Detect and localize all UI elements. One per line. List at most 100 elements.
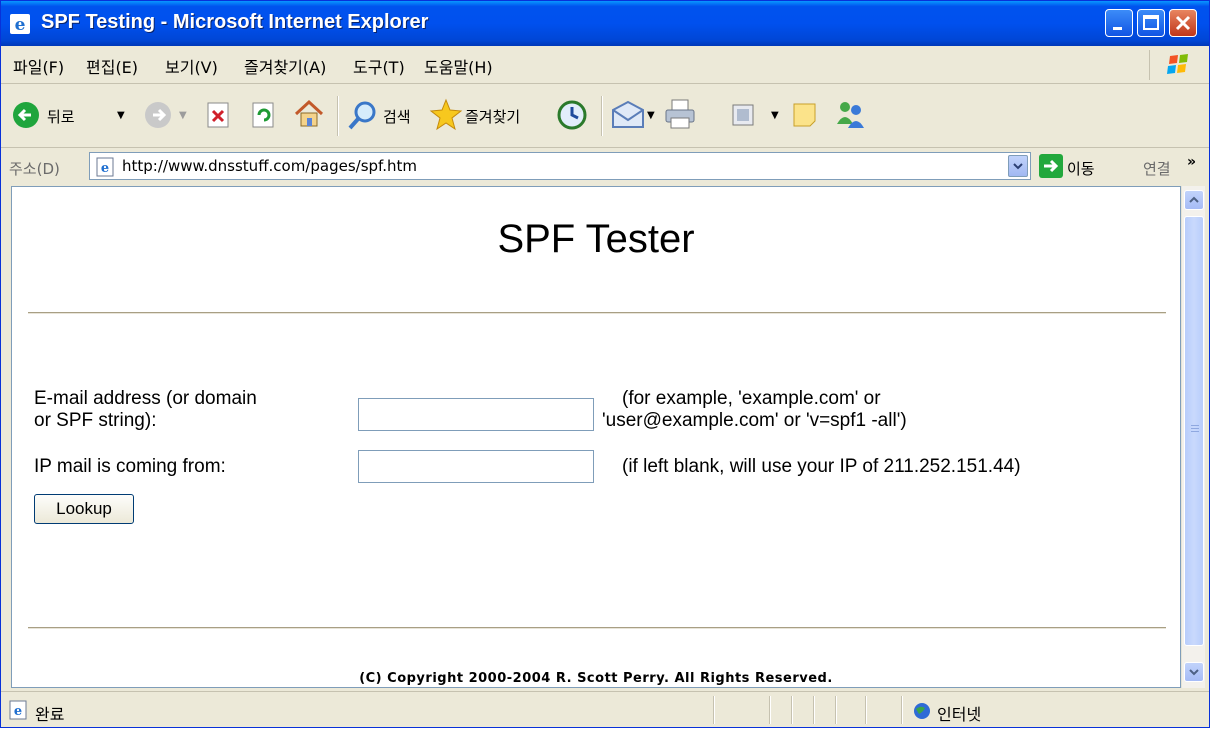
edit-dropdown[interactable]: ▼ [771, 110, 779, 121]
ip-label: IP mail is coming from: [34, 456, 226, 477]
address-url[interactable]: http://www.dnsstuff.com/pages/spf.htm [122, 157, 417, 175]
internet-globe-icon [914, 703, 930, 719]
menu-favorites[interactable]: 즐겨찾기(A) [244, 54, 326, 78]
lookup-button[interactable]: Lookup [34, 494, 134, 524]
scroll-up-button[interactable] [1184, 190, 1204, 210]
menu-tools[interactable]: 도구(T) [353, 54, 405, 78]
email-label-line2: or SPF string): [34, 410, 157, 431]
svg-text:e: e [15, 15, 26, 35]
scroll-down-button[interactable] [1184, 662, 1204, 682]
status-separator [791, 696, 793, 724]
close-icon [1175, 15, 1191, 31]
page-content: SPF Tester E-mail address (or domain or … [11, 186, 1181, 688]
ip-input[interactable] [358, 450, 594, 483]
maximize-button[interactable] [1137, 9, 1165, 37]
search-button[interactable] [347, 99, 379, 135]
scroll-thumb[interactable] [1184, 216, 1204, 646]
mail-dropdown[interactable]: ▼ [647, 110, 655, 121]
go-label[interactable]: 이동 [1067, 158, 1095, 179]
status-text: 완료 [35, 705, 65, 724]
address-field[interactable]: e http://www.dnsstuff.com/pages/spf.htm [89, 152, 1031, 180]
standard-toolbar: 뒤로 ▼ ▼ 검색 즐겨찾기 ▼ ▼ [1, 84, 1209, 148]
links-overflow-chevron[interactable]: » [1187, 154, 1196, 170]
email-hint-line2: 'user@example.com' or 'v=spf1 -all') [602, 410, 907, 431]
forward-icon [145, 102, 171, 128]
mail-button[interactable] [611, 100, 645, 134]
back-dropdown[interactable]: ▼ [117, 110, 125, 121]
back-label[interactable]: 뒤로 [47, 106, 75, 127]
chevron-down-icon [1189, 669, 1199, 676]
links-label[interactable]: 연결 [1143, 158, 1171, 179]
address-label: 주소(D) [9, 160, 60, 178]
favorites-label[interactable]: 즐겨찾기 [465, 106, 520, 127]
messenger-icon [837, 102, 864, 128]
menu-file[interactable]: 파일(F) [13, 54, 64, 78]
status-separator [713, 696, 715, 724]
forward-dropdown[interactable]: ▼ [179, 110, 187, 121]
home-button[interactable] [293, 99, 325, 133]
title-bar: e SPF Testing - Microsoft Internet Explo… [1, 1, 1209, 46]
minimize-button[interactable] [1105, 9, 1133, 37]
status-separator [813, 696, 815, 724]
home-icon [294, 99, 324, 127]
favorites-button[interactable] [429, 98, 463, 136]
menu-bar: 파일(F) 편집(E) 보기(V) 즐겨찾기(A) 도구(T) 도움말(H) [1, 46, 1209, 84]
ip-hint: (if left blank, will use your IP of 211.… [622, 456, 1021, 477]
page-title: SPF Tester [497, 217, 695, 261]
search-label[interactable]: 검색 [383, 106, 411, 127]
email-label-line1: E-mail address (or domain [34, 388, 257, 409]
bottom-divider [28, 627, 1166, 629]
window-title: SPF Testing - Microsoft Internet Explore… [41, 11, 429, 33]
toolbar-separator [337, 96, 339, 136]
windows-flag-icon [1167, 54, 1188, 74]
back-button[interactable] [11, 100, 41, 134]
status-separator [901, 696, 903, 724]
toolbar-separator [601, 96, 603, 136]
history-icon [557, 100, 587, 130]
browser-window: e SPF Testing - Microsoft Internet Explo… [0, 0, 1210, 728]
address-bar: 주소(D) e http://www.dnsstuff.com/pages/sp… [1, 149, 1209, 184]
vertical-scrollbar[interactable] [1181, 186, 1205, 688]
status-separator [835, 696, 837, 724]
edit-icon [732, 104, 754, 126]
favorites-star-icon [429, 98, 463, 131]
status-separator [865, 696, 867, 724]
email-hint-line1: (for example, 'example.com' or [622, 388, 881, 409]
page-icon: e [9, 700, 27, 720]
stop-button[interactable] [206, 102, 232, 132]
go-button[interactable] [1039, 154, 1063, 178]
menu-view[interactable]: 보기(V) [165, 54, 218, 78]
scroll-grip [1191, 425, 1199, 426]
refresh-icon [252, 102, 274, 128]
forward-button[interactable] [143, 100, 173, 134]
messenger-button[interactable] [833, 98, 867, 134]
windows-flag [1149, 50, 1200, 80]
address-dropdown[interactable] [1008, 155, 1028, 177]
back-icon [13, 102, 39, 128]
svg-text:e: e [14, 704, 22, 719]
status-bar: e 완료 인터넷 [1, 691, 1209, 727]
maximize-icon [1143, 15, 1159, 30]
mail-icon [612, 100, 644, 128]
security-zone-label: 인터넷 [937, 705, 982, 724]
history-button[interactable] [556, 99, 588, 135]
search-icon [348, 101, 376, 130]
edit-button[interactable] [731, 103, 755, 131]
ie-icon: e [10, 14, 30, 35]
print-icon [665, 99, 695, 129]
menu-edit[interactable]: 편집(E) [86, 54, 138, 78]
menu-help[interactable]: 도움말(H) [424, 54, 493, 78]
chevron-up-icon [1189, 196, 1199, 203]
email-input[interactable] [358, 398, 594, 431]
refresh-button[interactable] [251, 102, 277, 132]
stop-icon [207, 102, 229, 128]
print-button[interactable] [663, 98, 697, 134]
minimize-icon [1113, 27, 1122, 30]
discuss-button[interactable] [791, 101, 819, 133]
close-button[interactable] [1169, 9, 1197, 37]
svg-text:e: e [101, 161, 109, 176]
go-arrow-icon [1044, 159, 1059, 173]
copyright-text: (C) Copyright 2000-2004 R. Scott Perry. … [359, 671, 833, 686]
discuss-icon [793, 103, 816, 127]
chevron-down-icon [1013, 163, 1023, 170]
